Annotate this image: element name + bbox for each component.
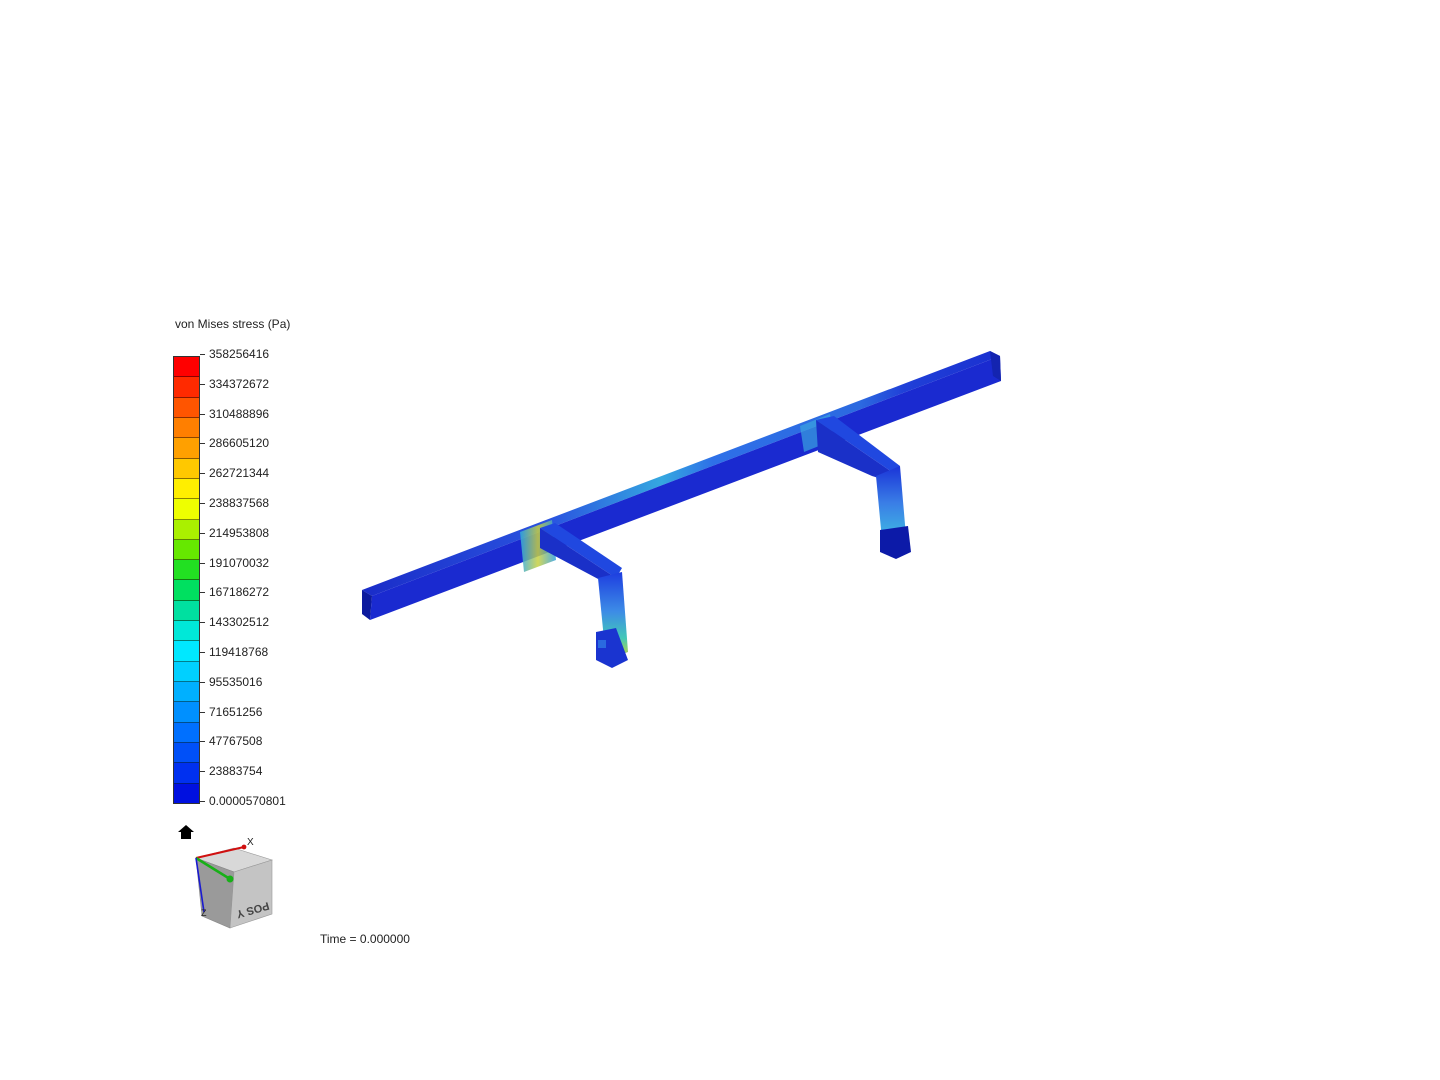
tick-value: 119418768	[209, 645, 269, 659]
tick-value: 334372672	[209, 376, 270, 391]
tick-value: 71651256	[209, 704, 263, 719]
colorbar-tick-label: 95535016	[200, 675, 262, 689]
view-cube-icon[interactable]: X Z POS Y	[190, 834, 282, 934]
3d-viewport[interactable]: von Mises stress (Pa) 358256416 334372672…	[0, 0, 1440, 1080]
tick-value: 0.0000570801	[209, 794, 286, 808]
colorbar-band	[174, 560, 199, 581]
colorbar-band	[174, 397, 199, 418]
colorbar-tick-label: 0.0000570801	[200, 794, 286, 808]
x-axis-tip	[241, 844, 247, 850]
colorbar-band	[174, 742, 199, 764]
z-axis-label: Z	[201, 908, 207, 918]
left-foot-bolt	[598, 640, 606, 648]
colorbar-band	[174, 600, 199, 622]
tick-value: 358256416	[209, 347, 270, 361]
colorbar-band	[174, 377, 199, 398]
colorbar-band	[174, 438, 199, 459]
tick-value: 143302512	[209, 615, 270, 630]
tick-value: 286605120	[209, 436, 270, 451]
colorbar-tick-label: 238837568	[200, 496, 269, 510]
colorbar-band	[174, 763, 199, 784]
colorbar-tick-label: 71651256	[200, 705, 262, 719]
tick-value: 238837568	[209, 496, 270, 510]
tick-value: 95535016	[209, 674, 263, 689]
colorbar-tick-label: 358256416	[200, 347, 269, 361]
colorbar-band	[174, 357, 199, 378]
beam-top-face	[362, 351, 1000, 596]
colorbar-tick-label: 310488896	[200, 407, 269, 421]
colorbar-band	[174, 621, 199, 642]
colorbar-band	[174, 783, 199, 803]
colorbar-tick-label: 23883754	[200, 764, 262, 778]
colorbar-tick-label: 191070032	[200, 556, 269, 570]
colorbar-tick-label: 47767508	[200, 734, 262, 748]
colorbar-tick-label: 119418768	[200, 645, 268, 659]
colorbar-band	[174, 580, 199, 601]
colorbar-band	[174, 539, 199, 561]
colorbar-tick-label: 143302512	[200, 615, 269, 629]
colorbar-band	[174, 722, 199, 743]
colorbar-band	[174, 478, 199, 500]
tick-value: 191070032	[209, 555, 270, 570]
colorbar-tick-label: 214953808	[200, 526, 269, 540]
tick-value: 214953808	[209, 525, 270, 540]
colorbar-band	[174, 661, 199, 682]
colorbar-tick-label: 167186272	[200, 585, 269, 599]
colorbar-band	[174, 641, 199, 662]
colorbar-band	[174, 682, 199, 703]
right-foot	[880, 526, 911, 559]
colorbar	[173, 356, 200, 804]
colorbar-tick-label: 262721344	[200, 466, 269, 480]
colorbar-tick-label: 334372672	[200, 377, 269, 391]
colorbar-band	[174, 458, 199, 479]
legend-title: von Mises stress (Pa)	[175, 317, 291, 331]
tick-value: 262721344	[209, 466, 270, 481]
colorbar-tick-label: 286605120	[200, 436, 269, 450]
time-readout: Time = 0.000000	[320, 932, 410, 946]
y-axis-tip	[226, 875, 234, 883]
tick-value: 23883754	[209, 764, 263, 779]
colorbar-band	[174, 417, 199, 439]
tick-value: 310488896	[209, 406, 270, 421]
colorbar-band	[174, 519, 199, 540]
beam-front-face	[370, 356, 1001, 620]
colorbar-band	[174, 702, 199, 723]
tick-value: 167186272	[209, 585, 270, 600]
colorbar-band	[174, 499, 199, 520]
tick-value: 47767508	[209, 734, 263, 749]
x-axis-label: X	[247, 837, 254, 848]
